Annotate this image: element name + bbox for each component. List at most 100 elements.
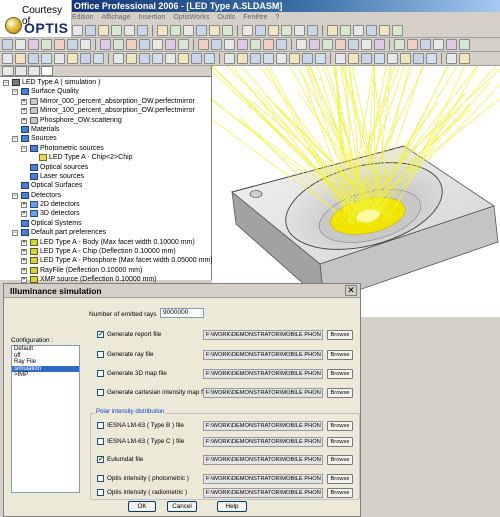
toolbar-button-icon[interactable] — [80, 53, 91, 64]
toolbar-button-icon[interactable] — [263, 39, 274, 50]
toolbar-button-icon[interactable] — [335, 39, 346, 50]
menu-view[interactable]: Affichage — [101, 14, 130, 21]
toolbar-button-icon[interactable] — [72, 25, 83, 36]
toolbar-button-icon[interactable] — [113, 53, 124, 64]
toolbar-button-icon[interactable] — [85, 25, 96, 36]
collapse-icon[interactable]: − — [12, 89, 18, 96]
toolbar-button-icon[interactable] — [98, 25, 109, 36]
graphics-viewport[interactable] — [212, 66, 500, 317]
toolbar-button-icon[interactable] — [353, 25, 364, 36]
toolbar-button-icon[interactable] — [137, 25, 148, 36]
option-checkbox[interactable] — [97, 475, 104, 482]
toolbar-button-icon[interactable] — [276, 53, 287, 64]
expand-icon[interactable]: + — [21, 117, 27, 124]
toolbar-button-icon[interactable] — [67, 53, 78, 64]
toolbar-button-icon[interactable] — [446, 53, 457, 64]
toolbar-button-icon[interactable] — [2, 53, 13, 64]
tree-item[interactable]: + LED Type A - Phosphore (Max facet width… — [0, 256, 213, 265]
menu-edit[interactable]: Edition — [72, 14, 93, 21]
configuration-item[interactable]: >IMP — [12, 372, 79, 379]
toolbar-button-icon[interactable] — [374, 39, 385, 50]
tree-item[interactable]: + Mirror_100_percent_absorption_OW.perfec… — [0, 106, 211, 115]
toolbar-button-icon[interactable] — [366, 25, 377, 36]
tree-item[interactable]: + Phosphore_OW.scattering — [0, 116, 211, 125]
toolbar-button-icon[interactable] — [237, 39, 248, 50]
close-icon[interactable]: ✕ — [345, 285, 357, 296]
browse-button[interactable]: Browse — [327, 488, 353, 498]
toolbar-button-icon[interactable] — [394, 39, 405, 50]
toolbar-button-icon[interactable] — [340, 25, 351, 36]
toolbar-button-icon[interactable] — [407, 39, 418, 50]
toolbar-button-icon[interactable] — [170, 25, 181, 36]
toolbar-button-icon[interactable] — [111, 25, 122, 36]
tree-item[interactable]: Materials — [0, 125, 211, 134]
toolbar-button-icon[interactable] — [224, 53, 235, 64]
output-path-field[interactable]: F:\WORK\DEMONSTRATOR\MOBILE PHON — [203, 437, 323, 447]
toolbar-button-icon[interactable] — [2, 39, 13, 50]
expand-icon[interactable]: + — [21, 211, 27, 218]
tree-item[interactable]: − Photometric sources — [0, 144, 211, 153]
tree-item[interactable]: Laser sources — [0, 172, 211, 181]
toolbar-button-icon[interactable] — [224, 39, 235, 50]
output-path-field[interactable]: F:\WORK\DEMONSTRATOR\MOBILE PHON — [203, 488, 323, 498]
toolbar-button-icon[interactable] — [152, 39, 163, 50]
toolbar-button-icon[interactable] — [54, 53, 65, 64]
toolbar-button-icon[interactable] — [379, 25, 390, 36]
tree-item[interactable]: LED Type A - Chip<2>Chip — [0, 153, 211, 162]
toolbar-button-icon[interactable] — [289, 53, 300, 64]
menu-optisworks[interactable]: OptisWorks — [173, 14, 209, 21]
toolbar-button-icon[interactable] — [139, 53, 150, 64]
tree-item[interactable]: Optical Systems — [0, 219, 211, 228]
toolbar-button-icon[interactable] — [315, 53, 326, 64]
toolbar-button-icon[interactable] — [348, 53, 359, 64]
menu-help[interactable]: ? — [275, 14, 279, 21]
tree-item[interactable]: − Detectors — [0, 191, 211, 200]
browse-button[interactable]: Browse — [327, 437, 353, 447]
toolbar-button-icon[interactable] — [294, 25, 305, 36]
toolbar-button-icon[interactable] — [307, 25, 318, 36]
toolbar-button-icon[interactable] — [426, 53, 437, 64]
toolbar-button-icon[interactable] — [387, 53, 398, 64]
option-checkbox[interactable] — [97, 351, 104, 358]
toolbar-button-icon[interactable] — [80, 39, 91, 50]
browse-button[interactable]: Browse — [327, 369, 353, 379]
browse-button[interactable]: Browse — [327, 350, 353, 360]
tree-item[interactable]: − Surface Quality — [0, 87, 211, 96]
toolbar-button-icon[interactable] — [400, 53, 411, 64]
tree-item[interactable]: − Default part preferences — [0, 228, 211, 237]
browse-button[interactable]: Browse — [327, 330, 353, 340]
toolbar-button-icon[interactable] — [222, 25, 233, 36]
toolbar-button-icon[interactable] — [348, 39, 359, 50]
toolbar-button-icon[interactable] — [237, 53, 248, 64]
toolbar-button-icon[interactable] — [157, 25, 168, 36]
output-path-field[interactable]: F:\WORK\DEMONSTRATOR\MOBILE PHON — [203, 388, 323, 398]
collapse-icon[interactable]: − — [12, 230, 18, 237]
toolbar-button-icon[interactable] — [152, 53, 163, 64]
tree-item[interactable]: Optical sources — [0, 163, 211, 172]
option-checkbox[interactable] — [97, 422, 104, 429]
toolbar-button-icon[interactable] — [124, 25, 135, 36]
toolbar-button-icon[interactable] — [41, 39, 52, 50]
toolbar-button-icon[interactable] — [28, 53, 39, 64]
toolbar-button-icon[interactable] — [276, 39, 287, 50]
option-checkbox[interactable] — [97, 389, 104, 396]
tree-item[interactable]: +2D detectors — [0, 200, 211, 209]
configuration-list[interactable]: Default off Ray File simulation >IMP — [11, 345, 80, 493]
toolbar-button-icon[interactable] — [93, 53, 104, 64]
toolbar-button-icon[interactable] — [263, 53, 274, 64]
toolbar-button-icon[interactable] — [41, 53, 52, 64]
expand-icon[interactable]: + — [21, 202, 27, 209]
toolbar-button-icon[interactable] — [191, 53, 202, 64]
toolbar-button-icon[interactable] — [268, 25, 279, 36]
feature-tree-tab[interactable] — [2, 66, 14, 76]
toolbar-button-icon[interactable] — [327, 25, 338, 36]
toolbar-button-icon[interactable] — [126, 39, 137, 50]
toolbar-button-icon[interactable] — [126, 53, 137, 64]
toolbar-button-icon[interactable] — [54, 39, 65, 50]
tree-item[interactable]: + Mirror_000_percent_absorption_OW.perfec… — [0, 97, 211, 106]
toolbar-button-icon[interactable] — [250, 39, 261, 50]
menu-insert[interactable]: Insertion — [138, 14, 165, 21]
toolbar-button-icon[interactable] — [183, 25, 194, 36]
tree-item[interactable]: + RayFile (Deflection 0.10000 mm) — [0, 266, 211, 275]
toolbar-button-icon[interactable] — [255, 25, 266, 36]
